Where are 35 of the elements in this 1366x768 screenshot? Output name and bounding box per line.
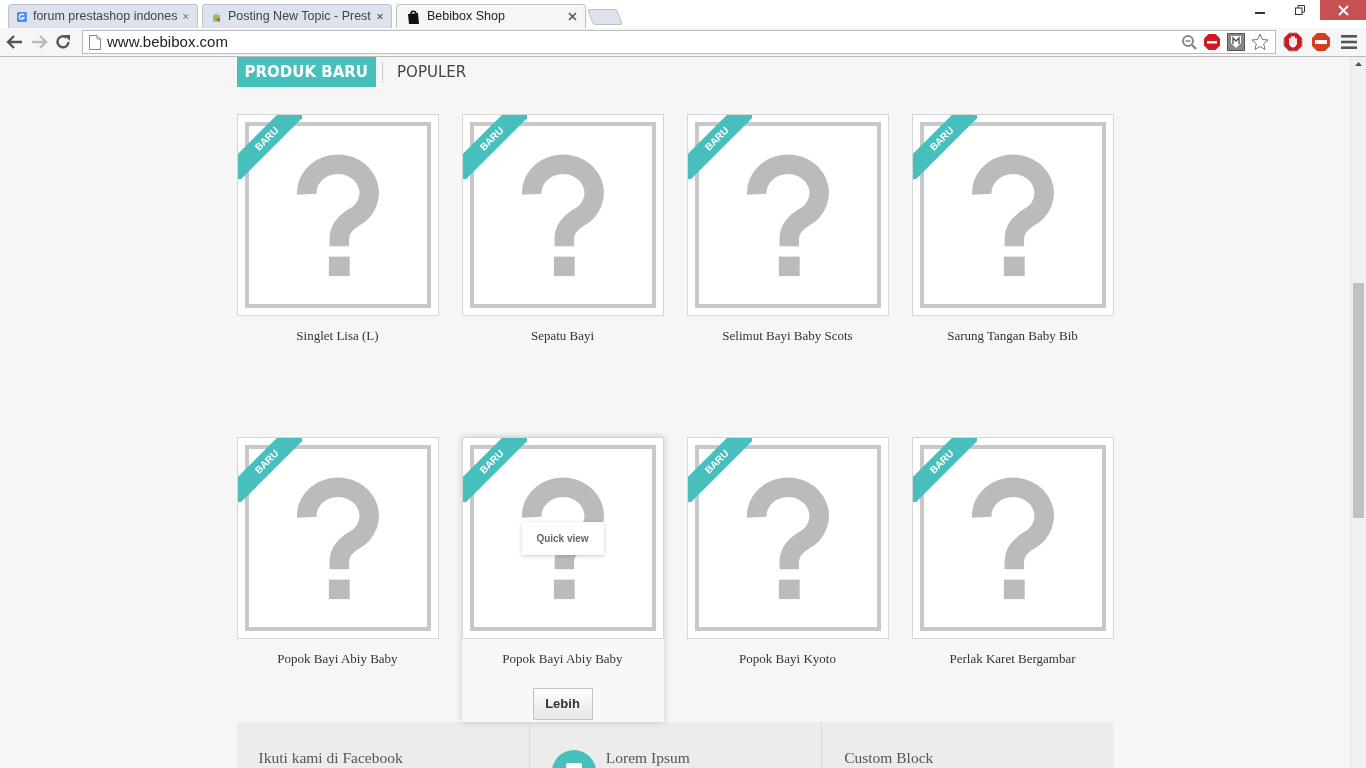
address-bar[interactable]: www.bebibox.com [82,30,1276,54]
product-name[interactable]: Singlet Lisa (L) [296,326,379,346]
footer-heading: Lorem Ipsum [605,748,690,768]
close-icon[interactable] [568,12,577,21]
stop-hand-icon[interactable] [1283,32,1303,52]
close-icon[interactable] [183,12,189,21]
scrollbar-thumb[interactable] [1353,283,1364,518]
footer-heading: Custom Block [844,748,934,768]
browser-tab[interactable]: forum prestashop indones [8,4,198,28]
product-name[interactable]: Selimut Bayi Baby Scots [722,326,853,346]
product-name[interactable]: Popok Bayi Abiy Baby [277,649,398,669]
back-arrow-icon[interactable] [6,34,24,50]
product-name[interactable]: Popok Bayi Abiy Baby [502,649,623,669]
more-button[interactable]: Lebih [532,687,593,720]
page-icon [89,34,101,50]
product-name[interactable]: Sepatu Bayi [530,326,595,346]
product-name[interactable]: Perlak Karet Bergambar [949,649,1076,669]
product-name[interactable]: Sarung Tangan Baby Bib [947,326,1078,346]
zoom-out-icon[interactable] [1181,34,1197,50]
reload-icon[interactable] [54,33,72,51]
menu-icon[interactable] [1341,35,1357,49]
forward-arrow-icon [30,34,48,50]
quick-view-button[interactable]: Quick view [521,522,604,555]
stop-sign-icon[interactable] [1203,33,1221,51]
shopping-bag-icon [405,8,421,25]
restore-icon[interactable] [1295,5,1305,15]
browser-tab[interactable]: Posting New Topic - Prest [202,4,392,28]
section-tab[interactable]: POPULER [389,57,475,87]
footer-heading: Ikuti kami di Facebook [258,748,403,768]
star-icon[interactable] [1251,33,1269,51]
adblock-icon[interactable] [1311,32,1331,52]
shield-icon[interactable] [1227,33,1245,51]
close-icon[interactable] [376,12,383,21]
product-name[interactable]: Popok Bayi Kyoto [739,649,836,669]
browser-tab[interactable]: Bebibox Shop [396,4,586,28]
